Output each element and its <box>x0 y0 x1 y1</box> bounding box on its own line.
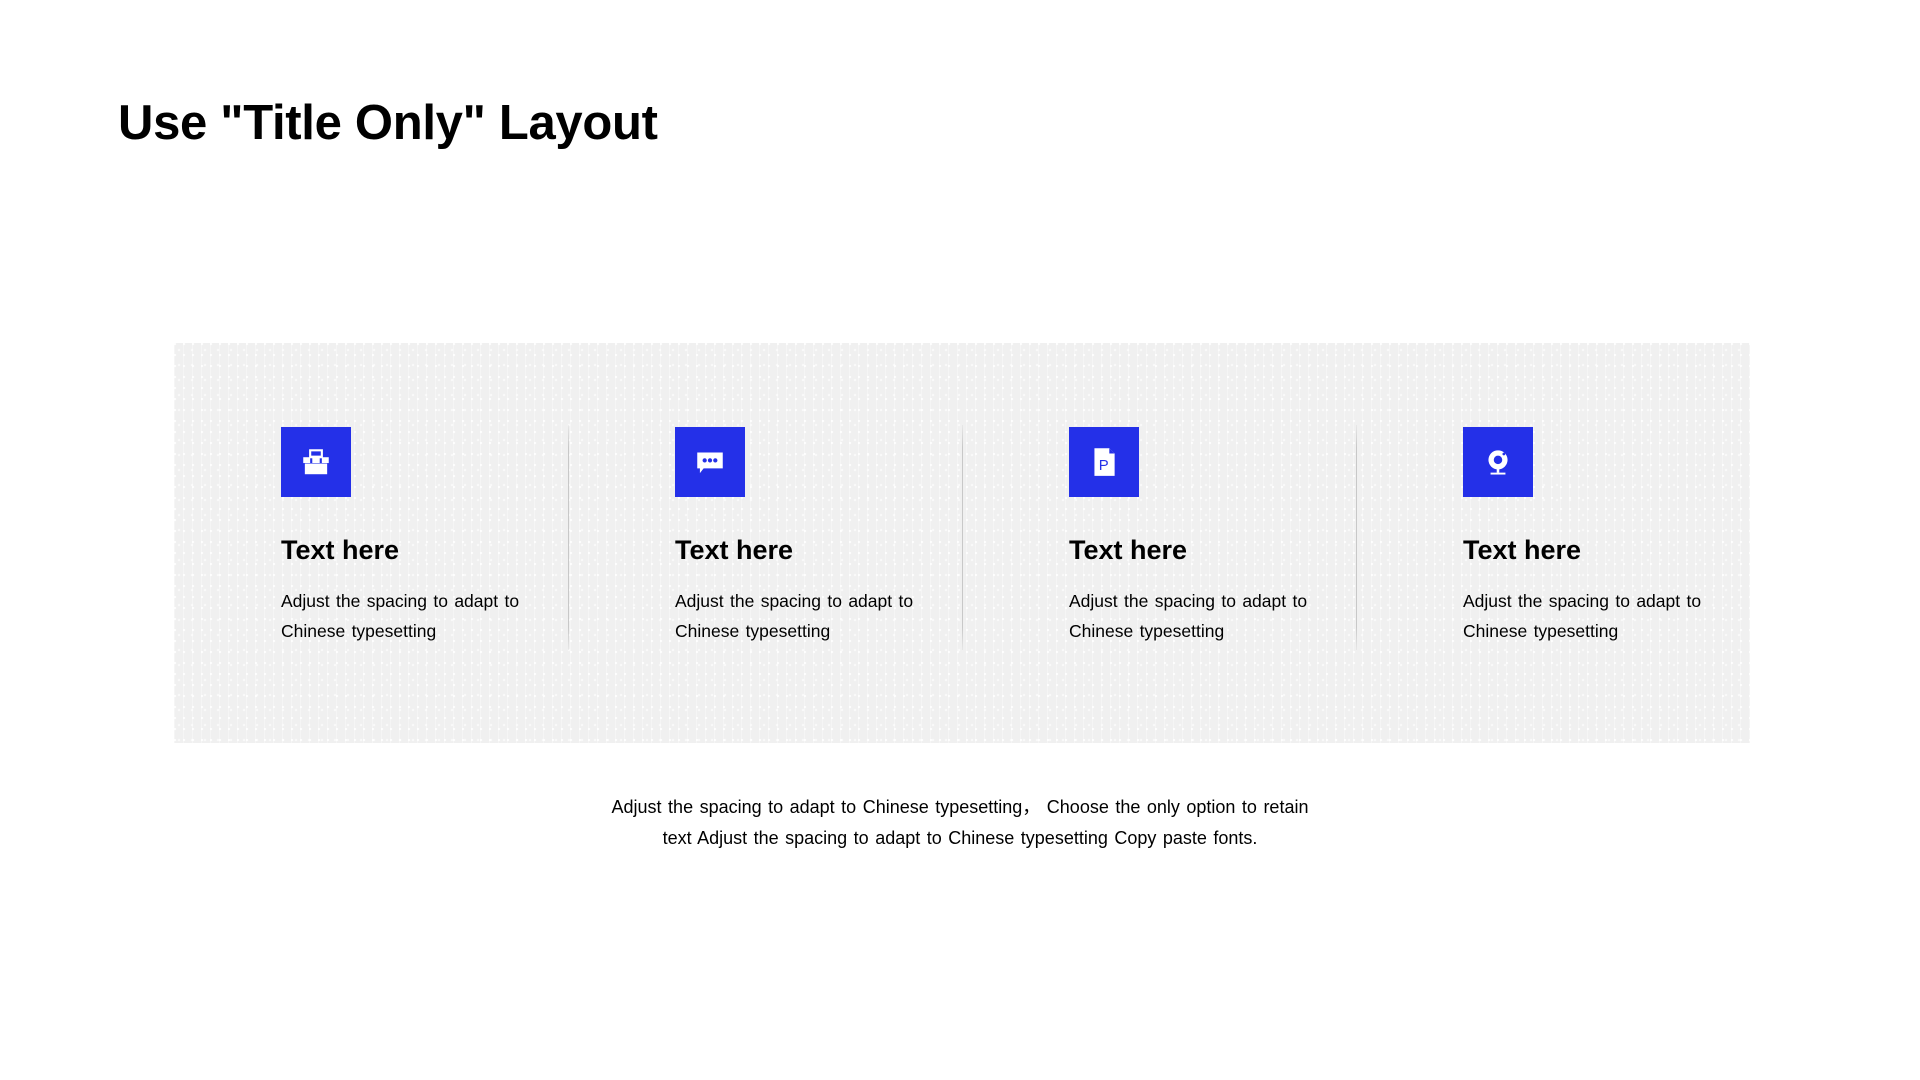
card-heading: Text here <box>1069 535 1188 565</box>
card-body: Adjust the spacing to adapt to Chinese t… <box>281 590 520 641</box>
svg-text:P: P <box>1099 458 1109 474</box>
card-body: Adjust the spacing to adapt to Chinese t… <box>1463 590 1702 641</box>
toolbox-icon <box>281 427 351 497</box>
feature-panel: Text here Adjust the spacing to adapt to… <box>174 343 1750 743</box>
card-heading: Text here <box>675 535 794 565</box>
feature-card[interactable]: Text here Adjust the spacing to adapt to… <box>1356 343 1750 743</box>
feature-card-list: Text here Adjust the spacing to adapt to… <box>174 343 1750 743</box>
page-title: Use "Title Only" Layout <box>118 96 658 150</box>
footer-line-1: Adjust the spacing to adapt to Chinese t… <box>611 797 1309 817</box>
card-heading: Text here <box>281 535 400 565</box>
feature-card[interactable]: P Text here Adjust the spacing to adapt … <box>962 343 1356 743</box>
feature-card[interactable]: Text here Adjust the spacing to adapt to… <box>174 343 568 743</box>
slide-canvas: Use "Title Only" Layout Text here Adjust… <box>0 0 1920 1080</box>
powerpoint-file-icon: P <box>1069 427 1139 497</box>
footer-paragraph: Adjust the spacing to adapt to Chinese t… <box>565 792 1355 854</box>
webcam-icon <box>1463 427 1533 497</box>
card-body: Adjust the spacing to adapt to Chinese t… <box>675 590 914 641</box>
card-heading: Text here <box>1463 535 1582 565</box>
card-body: Adjust the spacing to adapt to Chinese t… <box>1069 590 1308 641</box>
footer-line-2: text Adjust the spacing to adapt to Chin… <box>662 827 1258 848</box>
feature-card[interactable]: Text here Adjust the spacing to adapt to… <box>568 343 962 743</box>
chat-bubble-icon <box>675 427 745 497</box>
